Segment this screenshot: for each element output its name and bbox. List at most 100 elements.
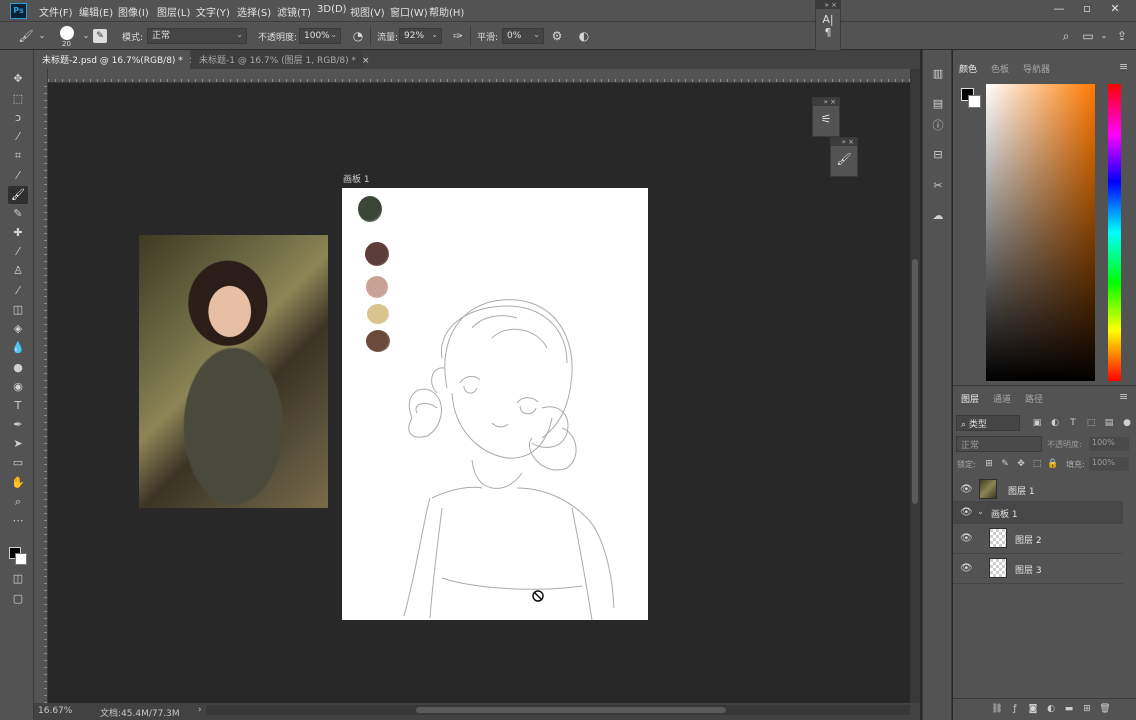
eye-icon[interactable]: 👁 — [960, 563, 973, 574]
artboard-group-row[interactable]: 👁 ⌄ 画板 1 — [953, 502, 1123, 524]
tab-paths[interactable]: 路径 — [1025, 392, 1043, 405]
zoom-icon[interactable]: ⌕ — [8, 493, 28, 511]
fx-icon[interactable]: ƒ — [1009, 703, 1021, 715]
pixel-filter-icon[interactable]: ▣ — [1031, 417, 1043, 429]
character-icon[interactable]: A| — [816, 13, 840, 26]
tab-document-1[interactable]: 未标题-1 @ 16.7% (图层 1, RGB/8) * × — [191, 50, 370, 69]
share-icon[interactable]: ⇪ — [1114, 28, 1130, 44]
stamp-icon[interactable]: ♙ — [8, 262, 28, 280]
layer-opacity-field[interactable]: 100% — [1089, 437, 1129, 451]
new-adjustment-icon[interactable]: ◐ — [1045, 703, 1057, 715]
shape-icon[interactable]: ▭ — [8, 454, 28, 472]
hue-slider[interactable] — [1108, 84, 1121, 381]
eyedropper-icon[interactable]: ⁄ — [8, 167, 28, 185]
close-window-button[interactable]: ✕ — [1102, 1, 1128, 17]
hand-icon[interactable]: ✋ — [8, 474, 28, 492]
tab-document-2[interactable]: 未标题-2.psd @ 16.7%(RGB/8) *× — [34, 50, 196, 69]
brush-tool-icon[interactable]: 🖌 — [8, 186, 28, 204]
new-layer-icon[interactable]: ⊞ — [1081, 703, 1093, 715]
panel-header[interactable]: » × — [831, 138, 857, 146]
pencil-icon[interactable]: ✎ — [8, 205, 28, 223]
eye-icon[interactable]: 👁 — [960, 533, 973, 544]
chevron-down-icon[interactable]: ⌄ — [34, 28, 50, 44]
horizontal-ruler[interactable] — [48, 69, 910, 83]
new-group-icon[interactable]: ▬ — [1063, 703, 1075, 715]
chevron-down-icon[interactable]: ⌄ — [1096, 28, 1112, 44]
vertical-ruler[interactable] — [34, 83, 48, 703]
lock-transparent-icon[interactable]: ⊞ — [983, 458, 995, 470]
menu-image[interactable]: 图像(I) — [118, 4, 149, 19]
chevron-down-icon[interactable]: ⌄ — [977, 507, 984, 516]
menu-edit[interactable]: 编辑(E) — [79, 4, 113, 19]
filter-toggle-icon[interactable]: ● — [1121, 417, 1133, 429]
dodge-icon[interactable]: ● — [8, 359, 28, 377]
type-filter-icon[interactable]: T — [1067, 417, 1079, 429]
gear-icon[interactable]: ⚙ — [549, 28, 565, 44]
panel-menu-icon[interactable]: ≡ — [1119, 390, 1128, 403]
layer-row[interactable]: 👁 图层 1 — [953, 476, 1123, 502]
magic-wand-icon[interactable]: ⁄ — [8, 128, 28, 146]
artboard-label[interactable]: 画板 1 — [343, 172, 370, 185]
eye-icon[interactable]: 👁 — [960, 507, 973, 518]
menu-select[interactable]: 选择(S) — [237, 4, 271, 19]
history-icon[interactable]: ▥ — [930, 66, 946, 82]
info-icon[interactable]: ⓘ — [930, 118, 946, 134]
workspace-icon[interactable]: ▭ — [1080, 28, 1096, 44]
opacity-field[interactable]: 100% ⌄ — [299, 28, 341, 44]
layer-row[interactable]: 👁 图层 2 — [953, 524, 1123, 554]
maximize-button[interactable]: ▫ — [1074, 1, 1100, 17]
scroll-thumb[interactable] — [912, 259, 918, 504]
brush-icon[interactable]: 🖌 — [18, 28, 34, 44]
pen-icon[interactable]: ✒ — [8, 416, 28, 434]
layer-filter-select[interactable]: ⌕ 类型 — [956, 415, 1020, 431]
adjustments-icon[interactable]: ⊟ — [930, 147, 946, 163]
tab-swatches[interactable]: 色板 — [991, 62, 1009, 75]
vertical-scrollbar[interactable] — [910, 69, 920, 703]
tab-channels[interactable]: 通道 — [993, 392, 1011, 405]
screen-mode-icon[interactable]: ▢ — [8, 590, 28, 608]
lock-artboard-icon[interactable]: ⬚ — [1031, 458, 1043, 470]
brush-panel-icon[interactable]: ✎ — [93, 29, 107, 43]
path-select-icon[interactable]: ➤ — [8, 435, 28, 453]
blur-icon[interactable]: 💧 — [8, 339, 28, 357]
brush-preset-preview[interactable] — [60, 26, 74, 40]
close-icon[interactable]: × — [362, 56, 370, 66]
brush-settings-icon[interactable]: 🖌 — [831, 152, 857, 166]
search-icon[interactable]: ⌕ — [1058, 28, 1074, 44]
creative-cloud-icon[interactable]: ☁ — [930, 208, 946, 224]
type-icon[interactable]: T — [8, 397, 28, 415]
eraser-icon[interactable]: ◫ — [8, 301, 28, 319]
bucket-icon[interactable]: ◈ — [8, 320, 28, 338]
libraries-icon[interactable]: ▤ — [930, 96, 946, 112]
panel-header[interactable]: » × — [816, 1, 840, 9]
lasso-icon[interactable]: ↄ — [8, 109, 28, 127]
status-menu-arrow[interactable]: › — [198, 705, 202, 715]
mode-select[interactable]: 正常 ⌄ — [147, 28, 247, 44]
menu-filter[interactable]: 滤镜(T) — [277, 4, 311, 19]
tab-navigator[interactable]: 导航器 — [1023, 62, 1050, 75]
artboard[interactable] — [342, 188, 648, 620]
adjustment-filter-icon[interactable]: ◐ — [1049, 417, 1061, 429]
menu-help[interactable]: 帮助(H) — [429, 4, 464, 19]
layer-row[interactable]: 👁 图层 3 — [953, 554, 1123, 584]
link-layers-icon[interactable]: ⛓ — [991, 703, 1003, 715]
blend-mode-select[interactable]: 正常 — [956, 436, 1042, 452]
more-tools-icon[interactable]: ⋯ — [8, 512, 28, 530]
smart-filter-icon[interactable]: ▤ — [1103, 417, 1115, 429]
lock-pixels-icon[interactable]: ✎ — [999, 458, 1011, 470]
crop-icon[interactable]: ⌗ — [8, 147, 28, 165]
menu-layer[interactable]: 图层(L) — [157, 4, 190, 19]
add-mask-icon[interactable]: ◙ — [1027, 703, 1039, 715]
history-brush-icon[interactable]: ⁄ — [8, 282, 28, 300]
menu-file[interactable]: 文件(F) — [39, 4, 73, 19]
move-icon[interactable]: ✥ — [8, 70, 28, 88]
fill-field[interactable]: 100% — [1089, 457, 1129, 471]
mixer-brush-icon[interactable]: ⁄ — [8, 243, 28, 261]
scroll-thumb[interactable] — [416, 707, 726, 713]
shape-filter-icon[interactable]: ⬚ — [1085, 417, 1097, 429]
airbrush-icon[interactable]: ✑ — [450, 28, 466, 44]
zoom-level[interactable]: 16.67% — [38, 706, 72, 716]
horizontal-scrollbar[interactable] — [206, 705, 910, 715]
lock-all-icon[interactable]: 🔒 — [1047, 458, 1059, 470]
pressure-opacity-icon[interactable]: ◔ — [350, 28, 366, 44]
